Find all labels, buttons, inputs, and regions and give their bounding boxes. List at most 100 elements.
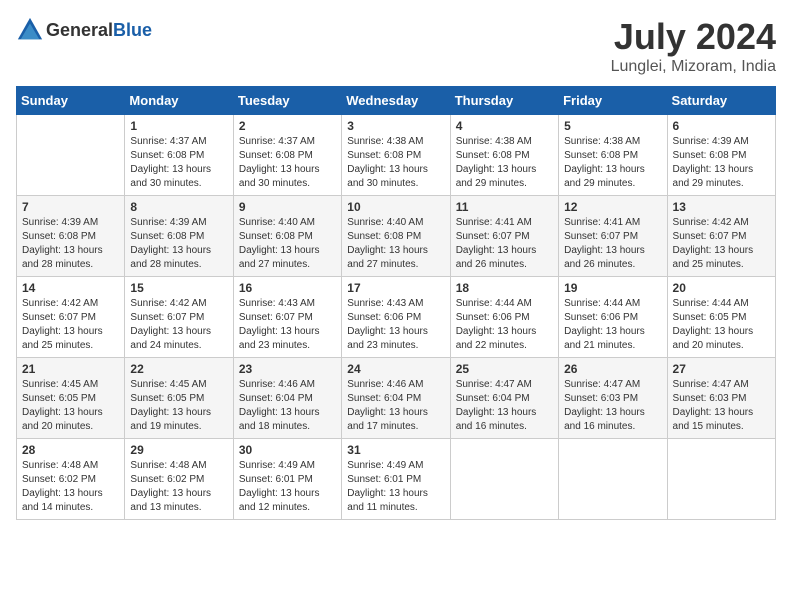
table-row: 28 Sunrise: 4:48 AMSunset: 6:02 PMDayligh… [17,439,125,520]
day-info: Sunrise: 4:44 AMSunset: 6:05 PMDaylight:… [673,297,770,353]
title-section: July 2024 Lunglei, Mizoram, India [611,16,776,76]
day-number: 29 [130,443,227,457]
day-info: Sunrise: 4:46 AMSunset: 6:04 PMDaylight:… [239,378,336,434]
day-info: Sunrise: 4:39 AMSunset: 6:08 PMDaylight:… [22,216,119,272]
table-row: 17 Sunrise: 4:43 AMSunset: 6:06 PMDayligh… [342,277,450,358]
day-info: Sunrise: 4:40 AMSunset: 6:08 PMDaylight:… [239,216,336,272]
table-row: 15 Sunrise: 4:42 AMSunset: 6:07 PMDayligh… [125,277,233,358]
table-row: 22 Sunrise: 4:45 AMSunset: 6:05 PMDayligh… [125,358,233,439]
day-number: 6 [673,119,770,133]
table-row: 4Sunrise: 4:38 AMSunset: 6:08 PMDaylight… [450,115,558,196]
table-row: 25 Sunrise: 4:47 AMSunset: 6:04 PMDayligh… [450,358,558,439]
table-row: 16 Sunrise: 4:43 AMSunset: 6:07 PMDayligh… [233,277,341,358]
calendar-week-2: 7 Sunrise: 4:39 AMSunset: 6:08 PMDaylight… [17,196,776,277]
table-row: 20 Sunrise: 4:44 AMSunset: 6:05 PMDayligh… [667,277,775,358]
table-row: 5Sunrise: 4:38 AMSunset: 6:08 PMDaylight… [559,115,667,196]
table-row: 11 Sunrise: 4:41 AMSunset: 6:07 PMDayligh… [450,196,558,277]
day-info: Sunrise: 4:42 AMSunset: 6:07 PMDaylight:… [130,297,227,353]
calendar-header-row: Sunday Monday Tuesday Wednesday Thursday… [17,87,776,115]
day-info: Sunrise: 4:46 AMSunset: 6:04 PMDaylight:… [347,378,444,434]
table-row: 18Sunrise: 4:44 AMSunset: 6:06 PMDayligh… [450,277,558,358]
day-number: 30 [239,443,336,457]
logo: GeneralBlue [16,16,152,44]
day-info: Sunrise: 4:49 AMSunset: 6:01 PMDaylight:… [239,459,336,515]
table-row: 31Sunrise: 4:49 AMSunset: 6:01 PMDayligh… [342,439,450,520]
table-row: 9 Sunrise: 4:40 AMSunset: 6:08 PMDaylight… [233,196,341,277]
table-row: 1 Sunrise: 4:37 AMSunset: 6:08 PMDaylight… [125,115,233,196]
day-info: Sunrise: 4:41 AMSunset: 6:07 PMDaylight:… [456,216,553,272]
day-number: 10 [347,200,444,214]
day-info: Sunrise: 4:43 AMSunset: 6:07 PMDaylight:… [239,297,336,353]
table-row [667,439,775,520]
day-number: 23 [239,362,336,376]
day-info: Sunrise: 4:39 AMSunset: 6:08 PMDaylight:… [673,135,770,191]
day-number: 11 [456,200,553,214]
day-number: 8 [130,200,227,214]
table-row: 30 Sunrise: 4:49 AMSunset: 6:01 PMDayligh… [233,439,341,520]
day-info: Sunrise: 4:43 AMSunset: 6:06 PMDaylight:… [347,297,444,353]
day-number: 26 [564,362,661,376]
day-number: 18 [456,281,553,295]
day-info: Sunrise: 4:47 AMSunset: 6:04 PMDaylight:… [456,378,553,434]
day-number: 28 [22,443,119,457]
location-title: Lunglei, Mizoram, India [611,58,776,76]
calendar-week-1: 1 Sunrise: 4:37 AMSunset: 6:08 PMDaylight… [17,115,776,196]
day-info: Sunrise: 4:45 AMSunset: 6:05 PMDaylight:… [130,378,227,434]
table-row: 24Sunrise: 4:46 AMSunset: 6:04 PMDayligh… [342,358,450,439]
day-number: 22 [130,362,227,376]
day-info: Sunrise: 4:48 AMSunset: 6:02 PMDaylight:… [22,459,119,515]
day-info: Sunrise: 4:42 AMSunset: 6:07 PMDaylight:… [22,297,119,353]
day-info: Sunrise: 4:41 AMSunset: 6:07 PMDaylight:… [564,216,661,272]
day-info: Sunrise: 4:39 AMSunset: 6:08 PMDaylight:… [130,216,227,272]
day-info: Sunrise: 4:38 AMSunset: 6:08 PMDaylight:… [456,135,553,191]
day-info: Sunrise: 4:48 AMSunset: 6:02 PMDaylight:… [130,459,227,515]
day-number: 21 [22,362,119,376]
table-row [450,439,558,520]
table-row: 19 Sunrise: 4:44 AMSunset: 6:06 PMDayligh… [559,277,667,358]
day-number: 13 [673,200,770,214]
day-number: 7 [22,200,119,214]
table-row: 26Sunrise: 4:47 AMSunset: 6:03 PMDayligh… [559,358,667,439]
day-number: 20 [673,281,770,295]
day-info: Sunrise: 4:37 AMSunset: 6:08 PMDaylight:… [130,135,227,191]
table-row: 7 Sunrise: 4:39 AMSunset: 6:08 PMDaylight… [17,196,125,277]
col-wednesday: Wednesday [342,87,450,115]
day-number: 25 [456,362,553,376]
logo-blue: Blue [113,20,152,40]
table-row: 3Sunrise: 4:38 AMSunset: 6:08 PMDaylight… [342,115,450,196]
calendar-week-5: 28 Sunrise: 4:48 AMSunset: 6:02 PMDayligh… [17,439,776,520]
table-row [559,439,667,520]
logo-icon [16,16,44,44]
table-row: 2 Sunrise: 4:37 AMSunset: 6:08 PMDaylight… [233,115,341,196]
day-info: Sunrise: 4:40 AMSunset: 6:08 PMDaylight:… [347,216,444,272]
col-monday: Monday [125,87,233,115]
table-row [17,115,125,196]
day-number: 1 [130,119,227,133]
col-saturday: Saturday [667,87,775,115]
calendar-week-4: 21 Sunrise: 4:45 AMSunset: 6:05 PMDayligh… [17,358,776,439]
col-thursday: Thursday [450,87,558,115]
day-number: 14 [22,281,119,295]
day-number: 15 [130,281,227,295]
calendar-table: Sunday Monday Tuesday Wednesday Thursday… [16,86,776,520]
day-info: Sunrise: 4:42 AMSunset: 6:07 PMDaylight:… [673,216,770,272]
table-row: 14 Sunrise: 4:42 AMSunset: 6:07 PMDayligh… [17,277,125,358]
table-row: 6 Sunrise: 4:39 AMSunset: 6:08 PMDaylight… [667,115,775,196]
day-number: 16 [239,281,336,295]
table-row: 21Sunrise: 4:45 AMSunset: 6:05 PMDayligh… [17,358,125,439]
day-info: Sunrise: 4:44 AMSunset: 6:06 PMDaylight:… [564,297,661,353]
day-info: Sunrise: 4:49 AMSunset: 6:01 PMDaylight:… [347,459,444,515]
day-number: 9 [239,200,336,214]
day-number: 2 [239,119,336,133]
day-number: 27 [673,362,770,376]
table-row: 27Sunrise: 4:47 AMSunset: 6:03 PMDayligh… [667,358,775,439]
table-row: 8 Sunrise: 4:39 AMSunset: 6:08 PMDaylight… [125,196,233,277]
day-info: Sunrise: 4:38 AMSunset: 6:08 PMDaylight:… [347,135,444,191]
table-row: 10 Sunrise: 4:40 AMSunset: 6:08 PMDayligh… [342,196,450,277]
day-info: Sunrise: 4:37 AMSunset: 6:08 PMDaylight:… [239,135,336,191]
day-number: 19 [564,281,661,295]
col-sunday: Sunday [17,87,125,115]
table-row: 29 Sunrise: 4:48 AMSunset: 6:02 PMDayligh… [125,439,233,520]
day-number: 17 [347,281,444,295]
col-tuesday: Tuesday [233,87,341,115]
